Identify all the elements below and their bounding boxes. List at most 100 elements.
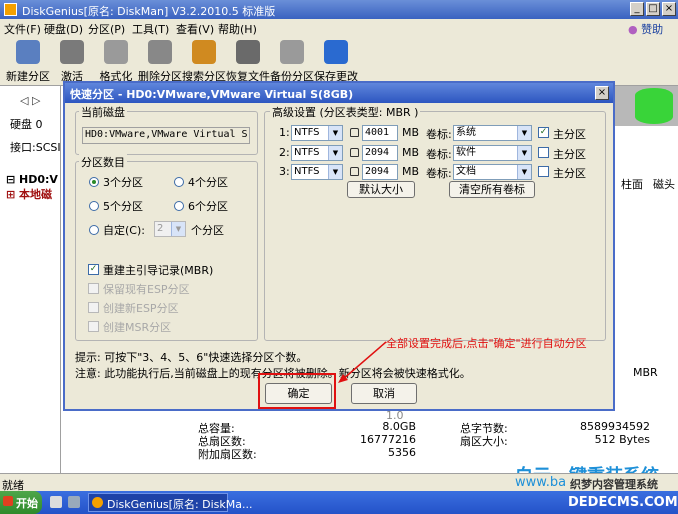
delete-partition-icon bbox=[148, 40, 172, 64]
volume-label-caption: 卷标: bbox=[426, 148, 452, 161]
partition-size-input[interactable]: 4001 bbox=[362, 125, 398, 141]
dialog-titlebar: 快速分区 - HD0:VMware,VMware Virtual S(8GB) … bbox=[65, 83, 613, 103]
partition-count-label: 分区数目 bbox=[79, 154, 127, 170]
tree-disk-node[interactable]: ⊟ HD0:V bbox=[6, 173, 58, 186]
radio-5-label: 5个分区 bbox=[103, 200, 143, 213]
radio-5-partitions[interactable] bbox=[89, 201, 99, 211]
primary-partition-check[interactable]: ✓ bbox=[538, 127, 549, 138]
donate-link[interactable]: ● 赞助 bbox=[628, 21, 663, 37]
annotation-arrow bbox=[338, 341, 387, 383]
partition-fs-select[interactable]: NTFS ▼ bbox=[291, 145, 343, 161]
partition-fs-select[interactable]: NTFS ▼ bbox=[291, 125, 343, 141]
menu-bar: 文件(F) 硬盘(D) 分区(P) 工具(T) 查看(V) 帮助(H) ● 赞助 bbox=[0, 19, 678, 38]
lock-icon[interactable] bbox=[350, 128, 359, 137]
minimize-button[interactable]: _ bbox=[630, 2, 644, 16]
chevron-down-icon: ▼ bbox=[328, 146, 342, 160]
partition-volume-select[interactable]: 系统 ▼ bbox=[453, 125, 532, 141]
column-cylinder: 柱面 bbox=[621, 178, 643, 191]
radio-custom[interactable] bbox=[89, 225, 99, 235]
custom-count-select[interactable]: 2 ▼ bbox=[154, 221, 186, 237]
check-rebuild-mbr[interactable]: ✓ bbox=[88, 264, 99, 275]
default-size-button[interactable]: 默认大小 bbox=[347, 181, 415, 198]
size-unit-label: MB bbox=[402, 146, 420, 159]
tree-local-node[interactable]: ⊞ 本地磁 bbox=[6, 186, 52, 202]
current-disk-field: HD0:VMware,VMware Virtual S bbox=[82, 127, 250, 144]
partition-size-input[interactable]: 2094 bbox=[362, 145, 398, 161]
activate-icon bbox=[60, 40, 84, 64]
watermark-cms: 织梦内容管理系统 bbox=[570, 478, 658, 491]
annotation-arrow-line bbox=[341, 341, 387, 381]
diskgenius-taskbar-icon bbox=[92, 497, 103, 508]
chevron-down-icon: ▼ bbox=[517, 126, 531, 140]
menu-help[interactable]: 帮助(H) bbox=[218, 21, 257, 37]
size-unit-label: MB bbox=[402, 126, 420, 139]
menu-view[interactable]: 查看(V) bbox=[176, 21, 214, 37]
primary-partition-check[interactable] bbox=[538, 166, 549, 177]
advanced-settings-label: 高级设置 (分区表类型: MBR ) bbox=[270, 104, 421, 120]
info-key: 扇区大小: bbox=[460, 435, 508, 448]
donate-icon: ● bbox=[628, 23, 638, 36]
close-window-button[interactable]: × bbox=[662, 2, 676, 16]
show-desktop-icon[interactable] bbox=[68, 496, 80, 508]
quick-launch-icon[interactable] bbox=[50, 496, 62, 508]
start-button[interactable]: 开始 bbox=[0, 491, 42, 514]
watermark-dedecms: DEDECMS.COM bbox=[568, 495, 678, 510]
chevron-down-icon: ▼ bbox=[517, 146, 531, 160]
radio-3-partitions[interactable] bbox=[89, 177, 99, 187]
primary-partition-label: 主分区 bbox=[553, 167, 586, 180]
info-value: 5356 bbox=[388, 446, 416, 459]
lock-icon[interactable] bbox=[350, 167, 359, 176]
radio-custom-label: 自定(C): bbox=[103, 224, 145, 237]
disk-label: 硬盘 0 bbox=[10, 118, 43, 131]
menu-file[interactable]: 文件(F) bbox=[4, 21, 41, 37]
partition-volume-select[interactable]: 文档 ▼ bbox=[453, 164, 532, 180]
menu-disk[interactable]: 硬盘(D) bbox=[44, 21, 83, 37]
partition-volume-select[interactable]: 软件 ▼ bbox=[453, 145, 532, 161]
partition-index: 1: bbox=[279, 126, 290, 139]
check-create-msr[interactable] bbox=[88, 321, 99, 332]
partition-fs-select[interactable]: NTFS ▼ bbox=[291, 164, 343, 180]
toolbar: 新建分区 激活 格式化 删除分区 搜索分区 恢复文件 备份分区 保存更改 bbox=[0, 37, 678, 86]
check-keep-esp[interactable] bbox=[88, 283, 99, 294]
current-disk-label: 当前磁盘 bbox=[79, 104, 127, 120]
partition-index: 3: bbox=[279, 165, 290, 178]
partition-index: 2: bbox=[279, 146, 290, 159]
annotation-text: 全部设置完成后,点击"确定"进行自动分区 bbox=[386, 337, 587, 350]
cancel-button[interactable]: 取消 bbox=[351, 383, 417, 404]
windows-logo-icon bbox=[3, 496, 13, 506]
radio-4-partitions[interactable] bbox=[174, 177, 184, 187]
size-unit-label: MB bbox=[402, 165, 420, 178]
primary-partition-check[interactable] bbox=[538, 147, 549, 158]
toolbar-button-7[interactable]: 保存更改 bbox=[314, 37, 358, 85]
custom-suffix-label: 个分区 bbox=[191, 224, 224, 237]
partition-size-input[interactable]: 2094 bbox=[362, 164, 398, 180]
save-changes-icon bbox=[324, 40, 348, 64]
new-partition-icon bbox=[16, 40, 40, 64]
info-value: 8.0GB bbox=[382, 420, 416, 433]
menu-partition[interactable]: 分区(P) bbox=[88, 21, 125, 37]
lock-icon[interactable] bbox=[350, 148, 359, 157]
format-icon bbox=[104, 40, 128, 64]
taskbar-diskgenius[interactable]: DiskGenius[原名: DiskMa... bbox=[88, 493, 253, 512]
info-value: 16777216 bbox=[360, 433, 416, 446]
nav-arrows[interactable]: ◁ ▷ bbox=[20, 94, 40, 107]
volume-label-caption: 卷标: bbox=[426, 128, 452, 141]
ok-button-highlight bbox=[258, 373, 336, 409]
radio-6-partitions[interactable] bbox=[174, 201, 184, 211]
interface-label: 接口:SCSI bbox=[10, 141, 61, 154]
volume-label-caption: 卷标: bbox=[426, 167, 452, 180]
disk-tree-pane: ◁ ▷ 硬盘 0 接口:SCSI ⊟ HD0:V ⊞ 本地磁 bbox=[0, 86, 61, 491]
info-key: 附加扇区数: bbox=[198, 448, 257, 461]
maximize-button[interactable]: □ bbox=[646, 2, 660, 16]
hint-text: 提示: 可按下"3、4、5、6"快速选择分区个数。 bbox=[75, 351, 308, 364]
search-partition-icon bbox=[192, 40, 216, 64]
menu-tools[interactable]: 工具(T) bbox=[132, 21, 169, 37]
radio-3-label: 3个分区 bbox=[103, 176, 143, 189]
check-create-esp-label: 创建新ESP分区 bbox=[103, 302, 179, 315]
chevron-down-icon: ▼ bbox=[328, 165, 342, 179]
clear-labels-button[interactable]: 清空所有卷标 bbox=[449, 181, 535, 198]
primary-partition-label: 主分区 bbox=[553, 148, 586, 161]
dialog-close-button[interactable]: × bbox=[595, 86, 609, 100]
check-create-esp[interactable] bbox=[88, 302, 99, 313]
chevron-down-icon: ▼ bbox=[517, 165, 531, 179]
